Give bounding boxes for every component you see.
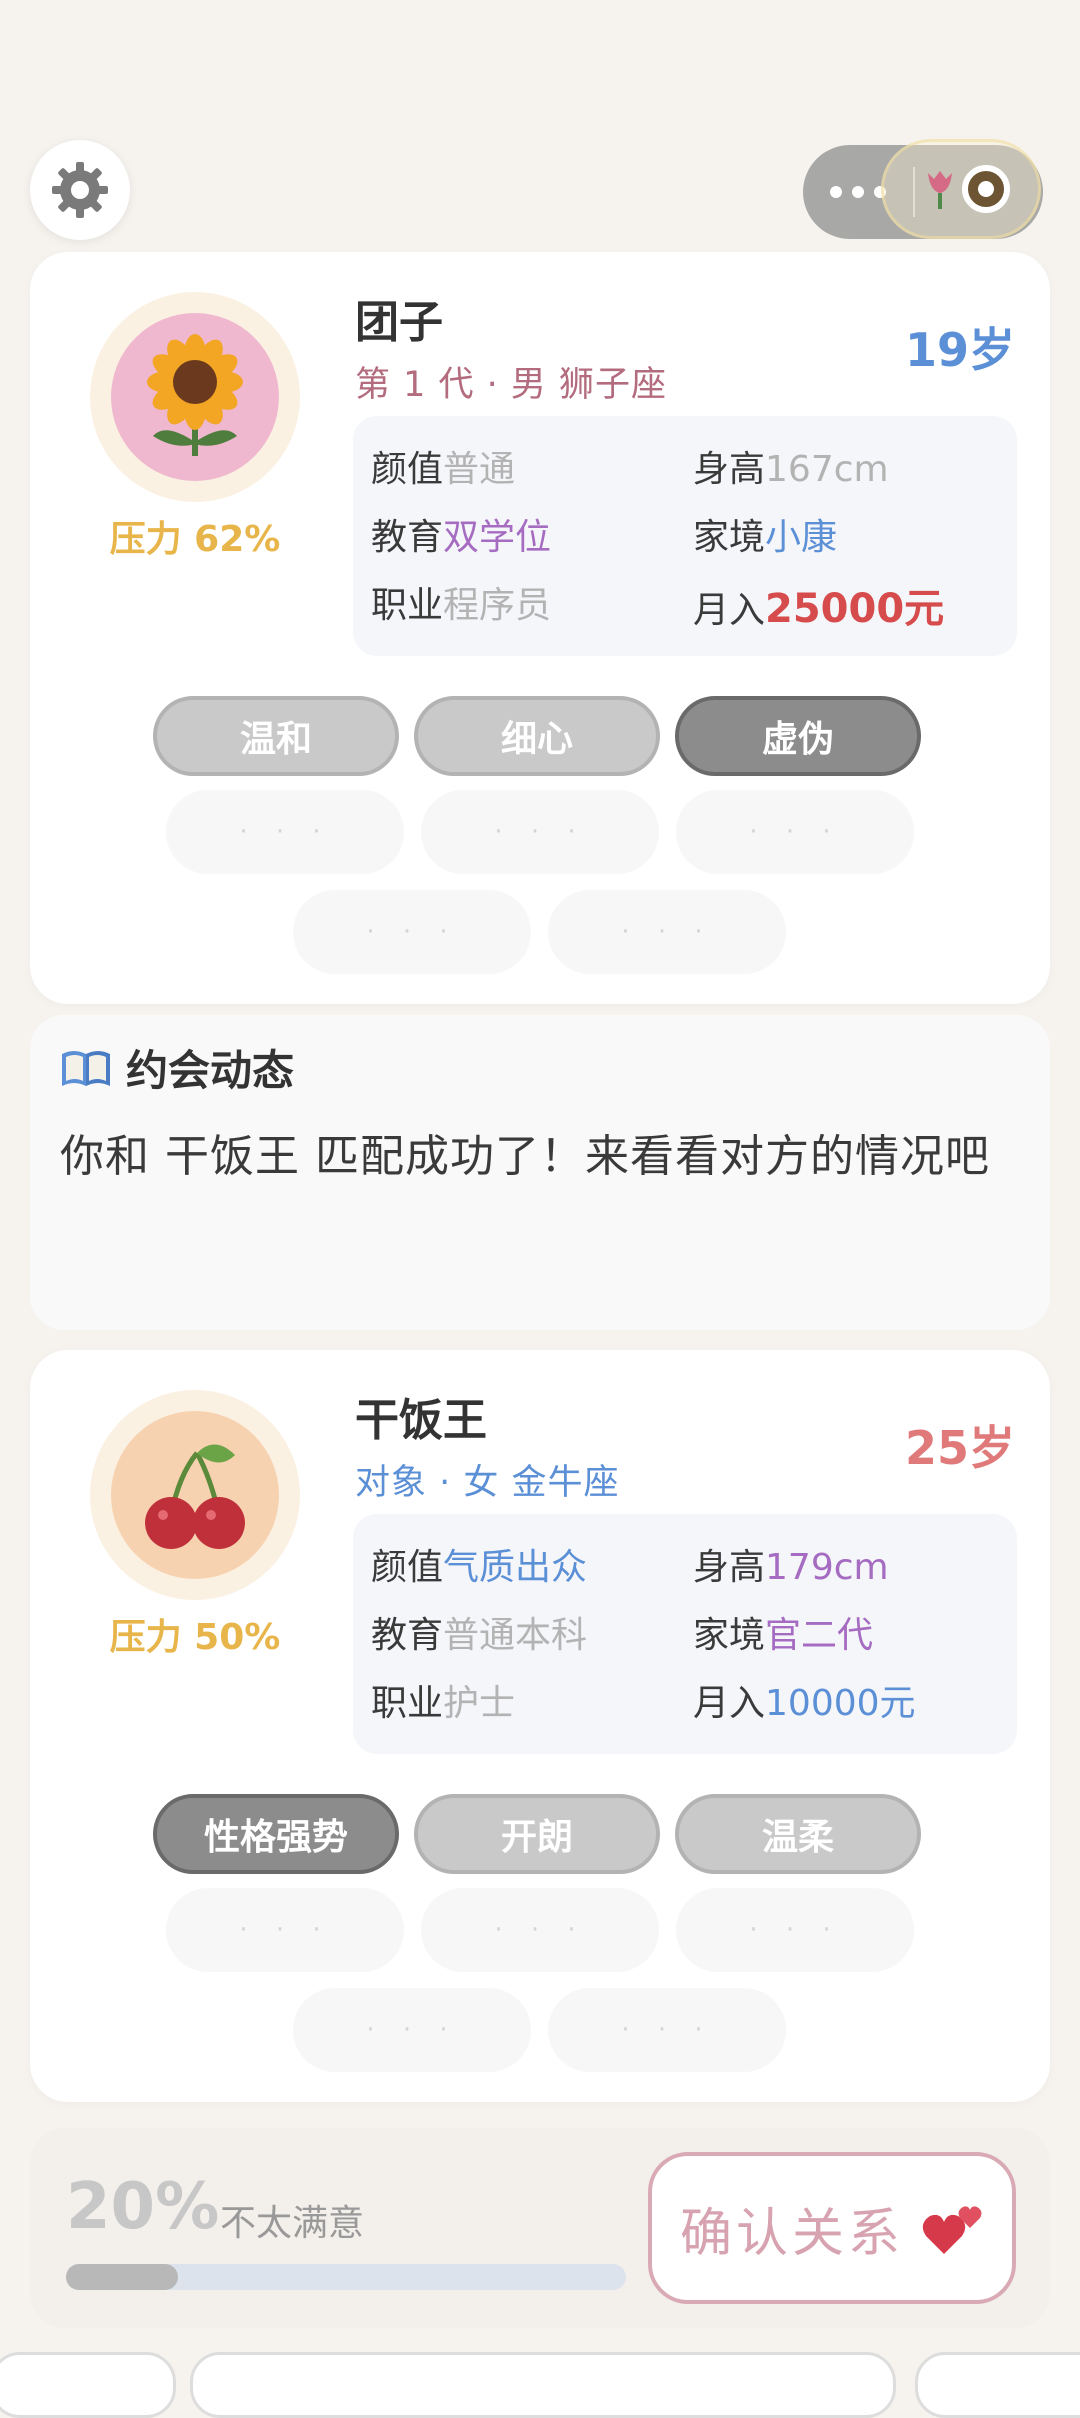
stat-key: 身高 <box>693 449 766 490</box>
stat-value: 10000元 <box>765 1683 916 1724</box>
stat-key: 教育 <box>371 1615 444 1656</box>
player-tag[interactable]: 虚伪 <box>675 696 921 776</box>
stat-key: 月入 <box>693 590 766 631</box>
satisfaction-bar <box>66 2264 626 2290</box>
bottom-tab[interactable] <box>915 2352 1080 2418</box>
record-icon <box>962 165 1010 213</box>
stat-key: 职业 <box>371 1683 444 1724</box>
stat-key: 家境 <box>693 1615 766 1656</box>
stat-key: 家境 <box>693 517 766 558</box>
close-button[interactable] <box>881 139 1041 239</box>
player-avatar <box>90 292 300 502</box>
bottom-tab[interactable] <box>0 2352 176 2418</box>
satisfaction-panel: 20% 不太满意 确认关系 <box>30 2128 1050 2328</box>
player-card: 压力 62% 团子 第 1 代 · 男 狮子座 19岁 颜值普通 身高167cm… <box>30 252 1050 1004</box>
tag-placeholder: · · · <box>293 1988 531 2072</box>
cherry-icon <box>145 1444 245 1549</box>
tag-placeholder: · · · <box>548 890 786 974</box>
partner-tag[interactable]: 开朗 <box>414 1794 660 1874</box>
stat-value: 25000元 <box>765 586 945 632</box>
stat-value: 179cm <box>765 1547 889 1588</box>
stat-value: 小康 <box>765 517 838 558</box>
partner-pressure: 压力 50% <box>109 1617 281 1658</box>
satisfaction-mood: 不太满意 <box>220 2203 365 2244</box>
satisfaction-bar-fill <box>66 2264 178 2290</box>
stat-value: 普通本科 <box>443 1615 588 1656</box>
bottom-tab[interactable] <box>190 2352 896 2418</box>
stat-key: 职业 <box>371 585 444 626</box>
tag-placeholder: · · · <box>293 890 531 974</box>
player-tag[interactable]: 细心 <box>414 696 660 776</box>
mini-program-capsule <box>803 139 1043 239</box>
tag-placeholder: · · · <box>421 1888 659 1972</box>
tag-placeholder: · · · <box>166 1888 404 1972</box>
stat-key: 颜值 <box>371 1547 444 1588</box>
stat-value: 普通 <box>443 449 516 490</box>
partner-subtitle: 对象 · 女 金牛座 <box>355 1463 620 1503</box>
tag-placeholder: · · · <box>166 790 404 874</box>
confirm-relationship-button[interactable]: 确认关系 <box>648 2152 1016 2304</box>
partner-age: 25岁 <box>904 1421 1015 1475</box>
stat-key: 身高 <box>693 1547 766 1588</box>
news-title: 约会动态 <box>126 1046 295 1095</box>
partner-tag[interactable]: 性格强势 <box>153 1794 399 1874</box>
player-age: 19岁 <box>904 323 1015 377</box>
news-title-row: 约会动态 <box>60 1037 294 1098</box>
tag-placeholder: · · · <box>421 790 659 874</box>
confirm-label: 确认关系 <box>679 2203 904 2264</box>
stat-value: 护士 <box>443 1683 516 1724</box>
sunflower-icon <box>147 334 243 456</box>
partner-tag[interactable]: 温柔 <box>675 1794 921 1874</box>
tag-placeholder: · · · <box>676 1888 914 1972</box>
stat-value: 167cm <box>765 449 889 490</box>
tag-placeholder: · · · <box>548 1988 786 2072</box>
satisfaction-percent: 20% <box>66 2170 220 2244</box>
dating-news: 约会动态 你和 干饭王 匹配成功了！来看看对方的情况吧 <box>30 1015 1050 1330</box>
stat-value: 官二代 <box>765 1615 874 1656</box>
gear-icon <box>52 162 108 218</box>
partner-stats: 颜值气质出众 身高179cm 教育普通本科 家境官二代 职业护士 月入10000… <box>353 1514 1017 1754</box>
stat-key: 月入 <box>693 1683 766 1724</box>
stat-value: 气质出众 <box>443 1547 588 1588</box>
partner-avatar <box>90 1390 300 1600</box>
player-pressure: 压力 62% <box>109 519 281 560</box>
news-text: 你和 干饭王 匹配成功了！来看看对方的情况吧 <box>60 1131 990 1182</box>
book-icon <box>62 1050 110 1086</box>
player-stats: 颜值普通 身高167cm 教育双学位 家境小康 职业程序员 月入25000元 <box>353 416 1017 656</box>
partner-card: 压力 50% 干饭王 对象 · 女 金牛座 25岁 颜值气质出众 身高179cm… <box>30 1350 1050 2102</box>
stat-key: 教育 <box>371 517 444 558</box>
player-subtitle: 第 1 代 · 男 狮子座 <box>355 365 668 405</box>
hearts-icon <box>922 2206 982 2254</box>
tulip-icon <box>928 171 952 209</box>
player-name: 团子 <box>355 297 443 348</box>
partner-name: 干饭王 <box>355 1395 487 1446</box>
tag-placeholder: · · · <box>676 790 914 874</box>
player-tag[interactable]: 温和 <box>153 696 399 776</box>
settings-button[interactable] <box>30 140 130 240</box>
stat-value: 双学位 <box>443 517 552 558</box>
stat-key: 颜值 <box>371 449 444 490</box>
stat-value: 程序员 <box>443 585 552 626</box>
